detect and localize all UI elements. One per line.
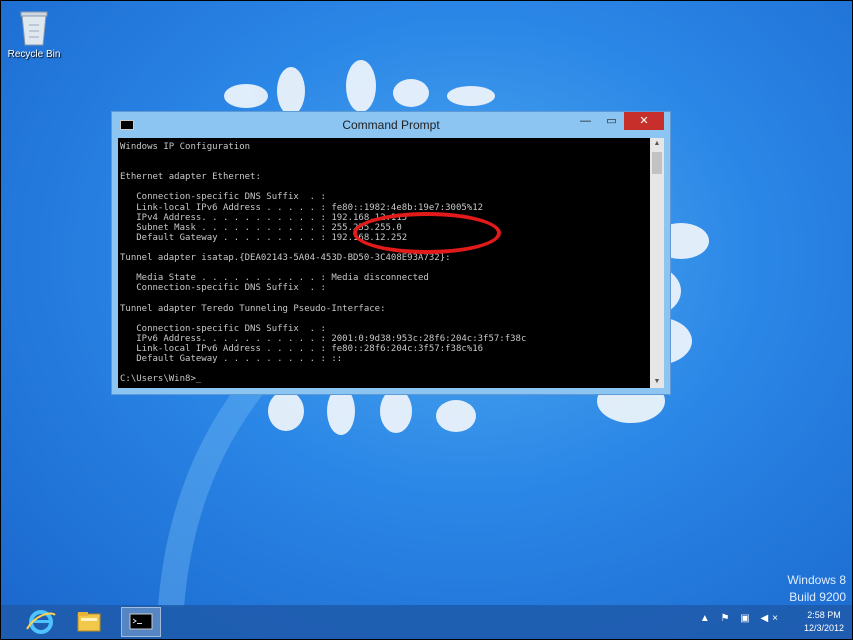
- scrollbar-thumb[interactable]: [652, 152, 662, 174]
- taskbar-file-explorer[interactable]: [69, 607, 109, 637]
- desktop: Recycle Bin Command Prompt — ▭ ✕ Windows…: [1, 1, 852, 639]
- minimize-button[interactable]: —: [573, 112, 598, 130]
- command-prompt-window[interactable]: Command Prompt — ▭ ✕ Windows IP Configur…: [111, 111, 671, 395]
- console-output[interactable]: Windows IP Configuration Ethernet adapte…: [118, 138, 650, 388]
- internet-explorer-icon: [26, 610, 56, 634]
- scroll-down-icon[interactable]: ▼: [650, 376, 664, 388]
- clock-time: 2:58 PM: [807, 610, 841, 620]
- taskbar-command-prompt[interactable]: [121, 607, 161, 637]
- windows-watermark: Windows 8 Build 9200: [787, 572, 846, 606]
- console-text: Windows IP Configuration Ethernet adapte…: [120, 142, 527, 385]
- window-titlebar[interactable]: Command Prompt — ▭ ✕: [112, 112, 670, 138]
- vertical-scrollbar[interactable]: ▲ ▼: [650, 138, 664, 388]
- clock-date: 12/3/2012: [803, 623, 844, 633]
- taskbar-internet-explorer[interactable]: [21, 607, 61, 637]
- maximize-button[interactable]: ▭: [599, 112, 624, 130]
- system-tray[interactable]: ▲ ⚑ ▣ ◀×: [700, 613, 782, 624]
- scroll-up-icon[interactable]: ▲: [650, 138, 664, 150]
- close-button[interactable]: ✕: [624, 112, 664, 130]
- watermark-edition: Windows 8: [787, 573, 846, 587]
- recycle-bin-label: Recycle Bin: [7, 49, 61, 60]
- annotation-circle: [353, 212, 501, 254]
- recycle-bin-icon: [20, 11, 48, 46]
- recycle-bin[interactable]: Recycle Bin: [5, 7, 63, 60]
- command-prompt-icon: [129, 613, 153, 630]
- file-explorer-icon: [77, 612, 101, 632]
- taskbar-clock[interactable]: 2:58 PM 12/3/2012: [804, 609, 844, 635]
- taskbar: ▲ ⚑ ▣ ◀× 2:58 PM 12/3/2012: [1, 605, 852, 639]
- watermark-build: Build 9200: [789, 590, 846, 604]
